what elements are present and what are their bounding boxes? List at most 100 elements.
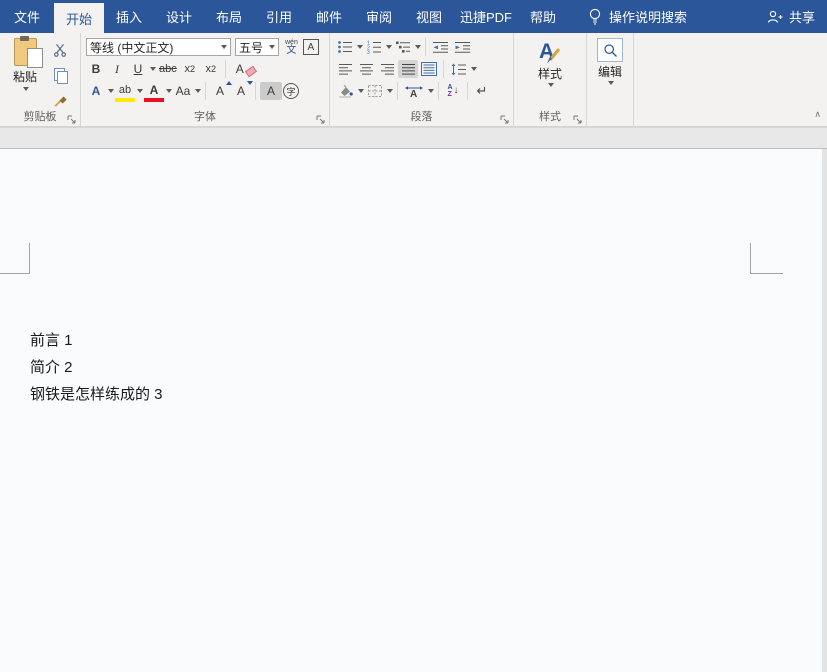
styles-button-label: 样式	[538, 65, 562, 82]
bullets-icon	[337, 40, 353, 54]
ribbon-tab-bar: 文件 开始 插入 设计 布局 引用 邮件 审阅 视图 迅捷PDF 帮助 操作说明…	[0, 0, 827, 33]
superscript-button[interactable]: x2	[201, 60, 221, 78]
scissors-icon	[53, 43, 67, 58]
document-line[interactable]: 简介 2	[30, 354, 163, 381]
styles-button[interactable]: A 样式	[514, 33, 586, 87]
tab-layout[interactable]: 布局	[204, 0, 254, 33]
group-editing: 编辑	[587, 33, 634, 126]
tab-mailings[interactable]: 邮件	[304, 0, 354, 33]
ribbon: 粘贴 剪贴板	[0, 33, 827, 127]
bullets-dropdown-arrow-icon[interactable]	[357, 45, 363, 49]
tab-view[interactable]: 视图	[404, 0, 454, 33]
highlight-dropdown-arrow-icon[interactable]	[137, 89, 143, 93]
text-effects-button[interactable]: A	[86, 82, 106, 100]
clear-formatting-button[interactable]: A	[230, 60, 256, 78]
text-highlight-button[interactable]: ab	[115, 81, 135, 102]
clipboard-dialog-launcher[interactable]	[67, 112, 77, 122]
document-line[interactable]: 前言 1	[30, 327, 163, 354]
shrink-font-button[interactable]: A	[231, 82, 251, 100]
asian-layout-dropdown-arrow-icon[interactable]	[428, 89, 434, 93]
tab-references[interactable]: 引用	[254, 0, 304, 33]
separator	[438, 82, 439, 100]
character-shading-button[interactable]: A	[260, 82, 282, 100]
font-size-dropdown-arrow-icon	[269, 45, 275, 49]
align-right-button[interactable]	[377, 60, 397, 78]
tab-review[interactable]: 审阅	[354, 0, 404, 33]
font-name-select[interactable]: 等线 (中文正文)	[86, 38, 231, 56]
tab-xunjie-pdf[interactable]: 迅捷PDF	[454, 0, 518, 33]
decrease-indent-button[interactable]	[430, 38, 451, 56]
multilevel-dropdown-arrow-icon[interactable]	[415, 45, 421, 49]
phonetic-guide-hanzi: 文	[286, 46, 296, 56]
change-case-dropdown-arrow-icon[interactable]	[195, 89, 201, 93]
tell-me-search[interactable]: 操作说明搜索	[588, 0, 687, 33]
align-left-button[interactable]	[335, 60, 355, 78]
asian-layout-icon: A	[404, 84, 424, 98]
sort-down-arrow-icon: ↓	[454, 86, 459, 96]
share-button[interactable]: 共享	[767, 0, 815, 33]
show-hide-marks-button[interactable]: ↵	[472, 82, 492, 100]
underline-button[interactable]: U	[128, 60, 148, 78]
character-border-button[interactable]: A	[303, 39, 319, 55]
tab-insert[interactable]: 插入	[104, 0, 154, 33]
shading-dropdown-arrow-icon[interactable]	[358, 89, 364, 93]
strikethrough-button[interactable]: abc	[157, 60, 179, 78]
subscript-button[interactable]: x2	[180, 60, 200, 78]
tab-file[interactable]: 文件	[0, 0, 54, 33]
bullets-button[interactable]	[335, 38, 355, 56]
italic-button[interactable]: I	[107, 60, 127, 78]
font-dialog-launcher[interactable]	[316, 112, 326, 122]
font-group-label: 字体	[81, 108, 329, 124]
collapse-ribbon-icon[interactable]: ∧	[814, 109, 821, 120]
numbering-icon: 123	[366, 40, 382, 54]
font-color-bar	[144, 98, 164, 102]
document-page[interactable]: 前言 1 简介 2 钢铁是怎样练成的 3	[0, 149, 827, 672]
document-line[interactable]: 钢铁是怎样练成的 3	[30, 381, 163, 408]
increase-indent-button[interactable]	[452, 38, 473, 56]
align-center-button[interactable]	[356, 60, 376, 78]
editing-button-label: 编辑	[598, 63, 622, 80]
justify-button[interactable]	[398, 60, 418, 78]
line-spacing-button[interactable]	[448, 60, 469, 78]
phonetic-guide-button[interactable]: wén 文	[285, 39, 298, 56]
underline-dropdown-arrow-icon[interactable]	[150, 67, 156, 71]
separator	[225, 60, 226, 78]
align-center-icon	[359, 63, 374, 76]
editing-button[interactable]: 编辑	[587, 33, 633, 85]
distributed-button[interactable]	[419, 60, 439, 78]
tab-help[interactable]: 帮助	[518, 0, 568, 33]
clipboard-paste-icon	[14, 38, 37, 66]
scrollbar-track[interactable]	[822, 149, 827, 672]
asian-layout-button[interactable]: A	[402, 82, 426, 100]
font-size-select[interactable]: 五号	[235, 38, 279, 56]
text-effects-dropdown-arrow-icon[interactable]	[108, 89, 114, 93]
styles-dialog-launcher[interactable]	[573, 112, 583, 122]
shading-button[interactable]	[335, 82, 356, 100]
paste-button[interactable]: 粘贴	[4, 38, 46, 91]
grow-font-button[interactable]: A	[210, 82, 230, 100]
group-styles: A 样式 样式	[514, 33, 587, 126]
enclose-characters-button[interactable]: 字	[283, 83, 299, 99]
tab-home[interactable]: 开始	[54, 3, 104, 33]
borders-button[interactable]	[365, 82, 385, 100]
numbering-button[interactable]: 123	[364, 38, 384, 56]
font-color-button[interactable]: A	[144, 81, 164, 102]
paragraph-dialog-launcher[interactable]	[500, 112, 510, 122]
multilevel-list-button[interactable]	[393, 38, 413, 56]
paste-label: 粘贴	[13, 68, 37, 85]
highlight-color-bar	[115, 98, 135, 102]
line-spacing-dropdown-arrow-icon[interactable]	[471, 67, 477, 71]
borders-dropdown-arrow-icon[interactable]	[387, 89, 393, 93]
copy-button[interactable]	[50, 66, 70, 84]
tab-design[interactable]: 设计	[154, 0, 204, 33]
cut-button[interactable]	[50, 41, 70, 59]
sort-button[interactable]: AZ ↓	[443, 82, 463, 100]
numbering-dropdown-arrow-icon[interactable]	[386, 45, 392, 49]
distributed-icon	[421, 62, 437, 76]
search-icon	[597, 38, 623, 62]
format-painter-button[interactable]	[50, 91, 70, 109]
change-case-button[interactable]: Aa	[173, 82, 193, 100]
font-color-dropdown-arrow-icon[interactable]	[166, 89, 172, 93]
bold-button[interactable]: B	[86, 60, 106, 78]
paste-dropdown-arrow-icon[interactable]	[23, 87, 29, 91]
